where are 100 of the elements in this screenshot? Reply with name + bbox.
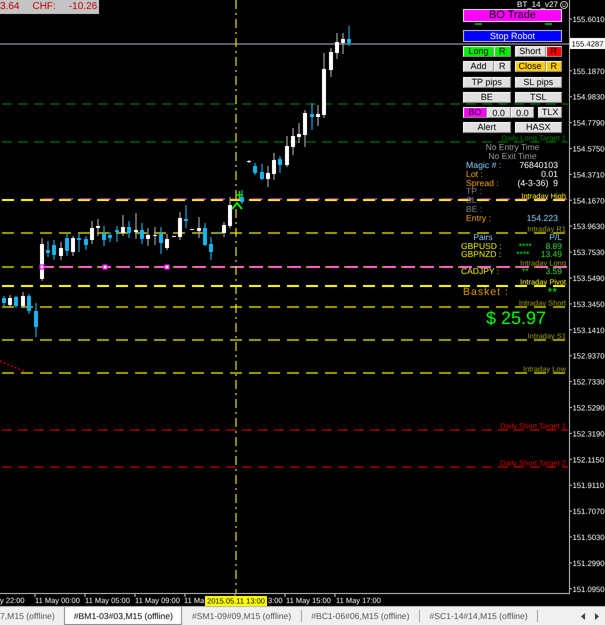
candlestick — [272, 152, 276, 180]
panel-button[interactable]: HASX — [514, 122, 562, 134]
basket-total: $ 25.97 — [486, 308, 546, 328]
panel-button[interactable]: SL pips — [514, 76, 562, 88]
candlestick — [240, 190, 244, 204]
candlestick — [134, 212, 138, 240]
chart-tab[interactable]: 7,M15 (offline) — [0, 607, 64, 625]
panel-button[interactable]: Add — [463, 61, 494, 72]
panel-button[interactable]: BO — [463, 107, 487, 118]
candlestick — [34, 302, 38, 338]
info-label: Spread : — [466, 178, 499, 188]
chart-tab[interactable]: #SM1-09#09,M15 (offline) — [182, 610, 302, 622]
candlestick — [27, 294, 31, 314]
candlestick — [253, 162, 257, 176]
trend-line — [0, 360, 26, 373]
candlestick — [14, 296, 18, 308]
info-label: Lot : — [466, 170, 483, 179]
candlestick — [322, 52, 326, 118]
candlestick — [310, 102, 314, 130]
pair-marks: ** — [522, 267, 529, 276]
candlestick — [203, 222, 207, 246]
candlestick — [52, 240, 56, 260]
candlestick — [46, 240, 50, 258]
candlestick — [146, 228, 150, 246]
candlestick — [77, 234, 81, 252]
column-header: Pairs — [472, 233, 494, 242]
status-text: No Entry Time — [486, 142, 540, 152]
pair-profit: 8.89 — [545, 242, 562, 250]
dash-icon — [545, 23, 552, 25]
candlestick — [153, 226, 157, 246]
square-marker-icon — [39, 264, 45, 270]
basket-marks: ** — [548, 286, 557, 298]
chart-tab[interactable]: #SC1-14#14,M15 (offline) — [420, 610, 538, 622]
stop-robot-button[interactable]: Stop Robot — [463, 30, 562, 42]
candlestick — [84, 236, 88, 250]
panel-button[interactable]: Alert — [463, 122, 510, 134]
candlestick — [347, 26, 351, 46]
pair-marks: **** — [516, 250, 530, 258]
info-label: Entry : — [466, 214, 492, 223]
panel-button[interactable]: TLX — [538, 107, 562, 118]
candlestick — [260, 164, 264, 180]
chart-tab[interactable]: #BC1-06#06,M15 (offline) — [302, 610, 420, 622]
panel-button[interactable]: R — [546, 61, 562, 72]
robot-name: BT_14_v27 — [517, 0, 558, 9]
info-value: 154.223 — [526, 214, 558, 223]
candlestick — [197, 216, 201, 238]
candlestick — [190, 228, 194, 230]
cross-icon — [236, 191, 243, 199]
panel-button[interactable]: Short — [514, 46, 546, 57]
panel-button[interactable]: R — [494, 61, 510, 72]
scroll-right-icon[interactable] — [595, 612, 599, 620]
info-label: BE : — [466, 205, 482, 214]
candlestick — [335, 32, 339, 60]
pair-marks: **** — [518, 242, 532, 250]
scroll-left-icon[interactable] — [581, 612, 585, 620]
dash-icon — [475, 23, 482, 25]
candlestick — [209, 236, 213, 260]
square-marker-icon — [102, 264, 108, 270]
info-label: Magic # : — [466, 160, 502, 170]
candlestick — [115, 226, 119, 242]
panel-button[interactable]: R — [546, 46, 562, 57]
chart-tab[interactable]: #BM1-03#03,M15 (offline) — [64, 607, 182, 625]
panel-button[interactable]: TP pips — [463, 76, 510, 88]
candlestick — [71, 236, 75, 256]
status-text: No Exit Time — [488, 152, 537, 161]
value-field[interactable]: 0.0 — [510, 107, 534, 118]
pair-name: CADJPY : — [461, 267, 500, 276]
panel-button[interactable]: TSL — [514, 92, 562, 103]
smiley-icon — [560, 0, 568, 8]
pair-profit: 13.49 — [540, 250, 562, 258]
candlestick — [65, 234, 69, 256]
info-label: SL : — [466, 196, 482, 206]
candlestick — [21, 292, 25, 308]
candlestick — [316, 104, 320, 126]
value-field[interactable]: 0.0 — [486, 107, 510, 118]
candlestick — [278, 156, 282, 174]
candlestick — [96, 218, 100, 236]
candlestick — [341, 32, 345, 54]
info-value: 76840103 — [519, 160, 558, 170]
candlestick — [127, 220, 131, 238]
basket-label: Basket : — [463, 286, 509, 298]
trade-button[interactable]: BO Trade — [463, 9, 562, 22]
candlestick — [184, 204, 188, 228]
candlestick — [8, 294, 12, 308]
candlestick — [2, 296, 6, 306]
pair-profit: 3.59 — [545, 267, 562, 276]
panel-button[interactable]: Long — [463, 46, 494, 57]
candlestick — [159, 226, 163, 254]
info-value: (4-3-36) 9 — [517, 178, 558, 188]
candlestick — [90, 220, 94, 244]
candlestick — [291, 128, 295, 156]
panel-button[interactable]: R — [494, 46, 510, 57]
panel-button[interactable]: BE — [463, 92, 510, 103]
candlestick — [140, 222, 144, 244]
candlestick — [222, 222, 226, 238]
candlestick — [108, 232, 112, 242]
account-value: -10.26 — [68, 0, 98, 14]
panel-button[interactable]: Close — [514, 61, 546, 72]
candlestick — [329, 48, 333, 78]
candlestick — [285, 136, 289, 168]
